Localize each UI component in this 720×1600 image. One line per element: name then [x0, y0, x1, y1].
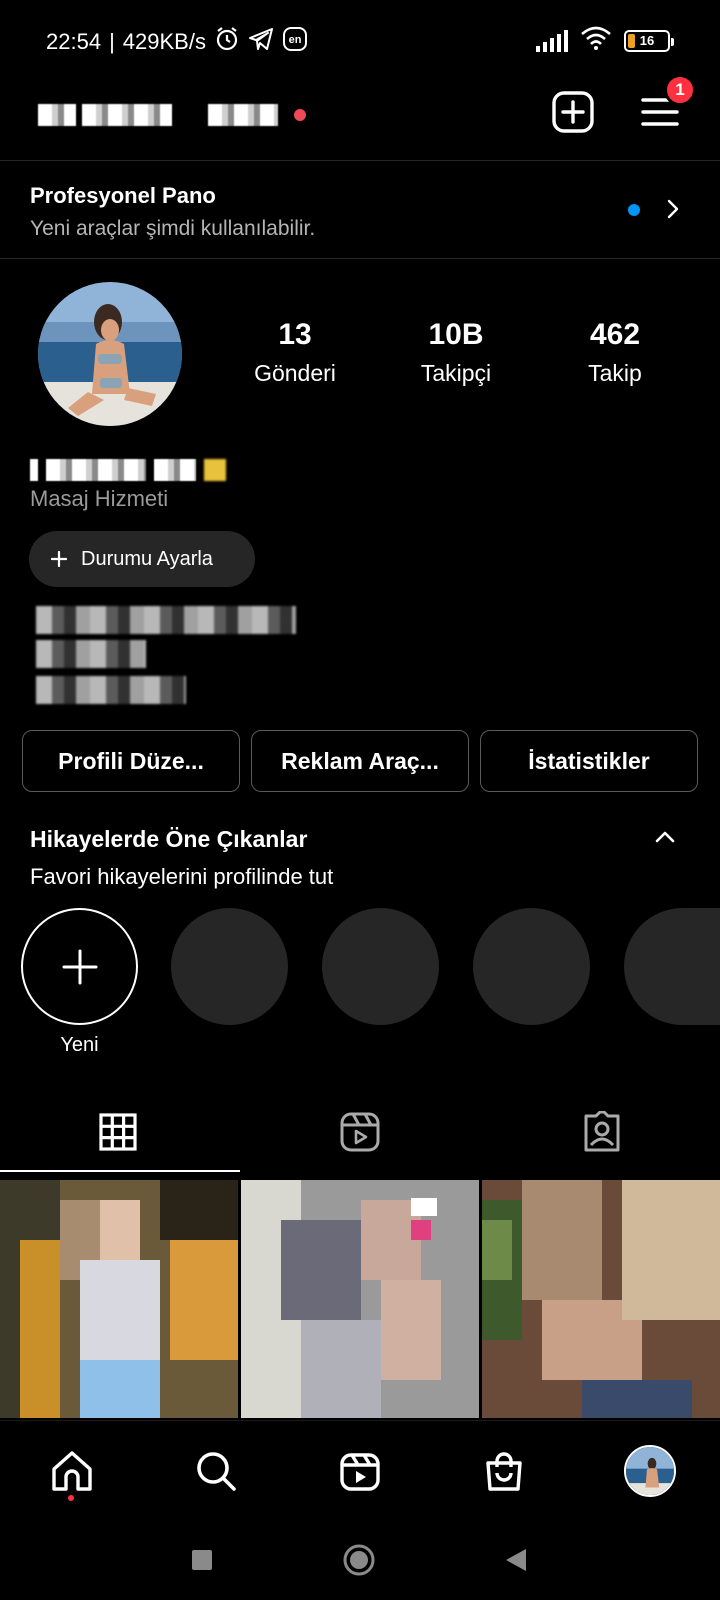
chevron-right-icon — [667, 199, 679, 219]
highlight-placeholder — [473, 908, 590, 1025]
grid-icon — [99, 1113, 137, 1151]
en-icon: en — [282, 26, 308, 58]
tab-reels[interactable] — [336, 1108, 384, 1156]
profile-header: 1 — [0, 74, 720, 160]
status-time: 22:54 — [46, 29, 102, 54]
active-tab-indicator — [0, 1170, 240, 1172]
home-system-button[interactable] — [343, 1544, 375, 1576]
status-left: 22:54 | 429KB/s en — [46, 26, 308, 58]
highlight-placeholder — [322, 908, 439, 1025]
shop-icon — [486, 1452, 522, 1491]
posts-label: Gönderi — [254, 360, 336, 386]
username-switcher[interactable] — [38, 100, 306, 130]
highlight-placeholder — [624, 908, 720, 1025]
bottom-navigation — [0, 1420, 720, 1520]
highlights-subtitle: Favori hikayelerini profilinde tut — [30, 864, 334, 889]
profile-name-redacted — [30, 458, 226, 482]
following-label: Takip — [588, 360, 642, 386]
post-thumbnail[interactable] — [241, 1180, 479, 1418]
highlights-title: Hikayelerde Öne Çıkanlar — [30, 826, 308, 852]
svg-text:en: en — [289, 34, 302, 46]
back-icon — [506, 1549, 526, 1571]
followers-count: 10B — [428, 318, 484, 351]
insights-button[interactable]: İstatistikler — [480, 730, 698, 792]
plus-icon — [51, 551, 67, 567]
following-stat[interactable]: 462 Takip — [545, 318, 685, 387]
username-redacted — [208, 104, 278, 126]
battery-percent: 16 — [639, 33, 655, 48]
pro-dashboard-title: Profesyonel Pano — [30, 183, 216, 208]
profile-avatar[interactable] — [38, 282, 182, 426]
nav-profile[interactable] — [622, 1443, 678, 1499]
nav-search[interactable] — [192, 1447, 240, 1495]
tagged-icon — [584, 1111, 620, 1152]
new-post-button[interactable] — [551, 90, 595, 134]
wifi-icon — [580, 26, 612, 55]
tab-tagged[interactable] — [578, 1108, 626, 1156]
set-status-label: Durumu Ayarla — [81, 547, 213, 570]
menu-button[interactable]: 1 — [640, 74, 696, 134]
status-bar: 22:54 | 429KB/s en 16 — [0, 0, 720, 80]
new-highlight-label: Yeni — [60, 1034, 99, 1056]
profile-avatar — [624, 1445, 676, 1497]
notification-badge: 1 — [664, 74, 696, 106]
recents-button[interactable] — [186, 1544, 218, 1576]
set-status-button[interactable]: Durumu Ayarla — [29, 531, 255, 587]
reels-icon — [340, 1453, 380, 1491]
telegram-icon — [248, 27, 274, 57]
plus-icon — [62, 949, 97, 984]
new-post-icon — [552, 91, 594, 133]
recents-icon — [192, 1550, 212, 1570]
bio-redacted — [36, 606, 296, 634]
unread-dot — [294, 109, 306, 121]
nav-reels[interactable] — [336, 1447, 384, 1495]
followers-stat[interactable]: 10B Takipçi — [386, 318, 526, 387]
search-icon — [197, 1452, 236, 1491]
followers-label: Takipçi — [420, 360, 492, 386]
highlight-placeholder — [171, 908, 288, 1025]
new-highlight-button[interactable] — [21, 908, 138, 1025]
home-activity-dot — [68, 1495, 74, 1501]
tab-posts-grid[interactable] — [94, 1108, 142, 1156]
post-thumbnail[interactable] — [482, 1180, 720, 1418]
posts-stat[interactable]: 13 Gönderi — [225, 318, 365, 387]
divider — [0, 258, 720, 259]
post-thumbnail[interactable] — [0, 1180, 238, 1418]
chevron-up-icon[interactable] — [654, 830, 676, 844]
nav-shop[interactable] — [480, 1447, 528, 1495]
nav-home[interactable] — [48, 1447, 96, 1495]
home-circle-icon — [343, 1544, 375, 1576]
system-navigation — [0, 1520, 720, 1600]
status-net-speed: 429KB/s — [122, 29, 206, 54]
alarm-icon — [214, 26, 240, 58]
pro-dashboard-subtitle: Yeni araçlar şimdi kullanılabilir. — [30, 217, 316, 240]
new-indicator-dot — [628, 204, 640, 216]
battery-icon: 16 — [624, 29, 674, 52]
status-separator: | — [109, 29, 115, 54]
reels-icon — [340, 1112, 380, 1152]
username-redacted — [38, 104, 76, 126]
edit-profile-button[interactable]: Profili Düze... — [22, 730, 240, 792]
profile-category: Masaj Hizmeti — [30, 486, 169, 511]
bio-redacted — [36, 640, 146, 668]
username-redacted — [82, 104, 172, 126]
status-right: 16 — [536, 26, 674, 55]
professional-dashboard[interactable]: Profesyonel Pano Yeni araçlar şimdi kull… — [0, 161, 720, 257]
bio-redacted — [36, 676, 186, 704]
signal-icon — [536, 29, 568, 52]
back-button[interactable] — [500, 1544, 532, 1576]
posts-count: 13 — [278, 318, 312, 351]
home-icon — [52, 1451, 92, 1491]
ad-tools-button[interactable]: Reklam Araç... — [251, 730, 469, 792]
following-count: 462 — [589, 318, 641, 351]
